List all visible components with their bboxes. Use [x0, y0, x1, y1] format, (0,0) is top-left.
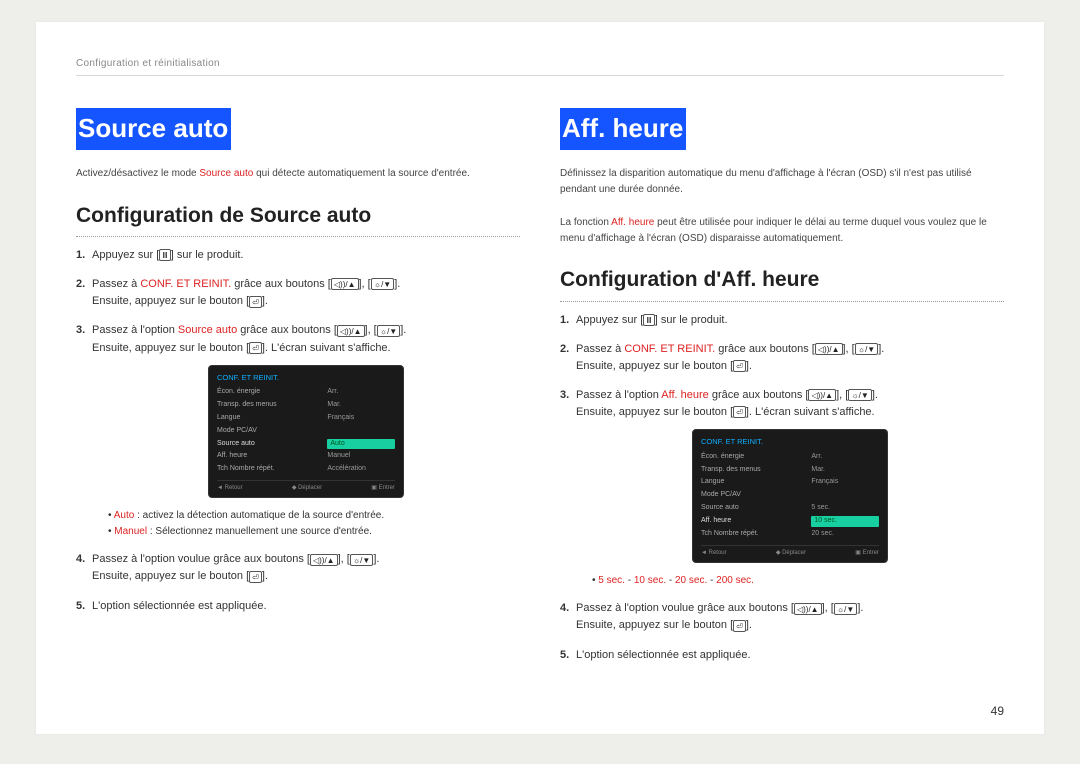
steps-list: Appuyez sur [Ⅲ] sur le produit. Passez à… [76, 247, 520, 614]
step-1: Appuyez sur [Ⅲ] sur le produit. [76, 247, 520, 264]
vol-up-icon: ◁))/▲ [331, 278, 359, 290]
enter-icon: ⏎ [249, 342, 262, 354]
enter-icon: ⏎ [249, 296, 262, 308]
subheading-right: Configuration d'Aff. heure [560, 264, 1004, 302]
step-3: Passez à l'option Aff. heure grâce aux b… [560, 387, 1004, 588]
bullet-list-right: 5 sec. - 10 sec. - 20 sec. - 200 sec. [592, 573, 1004, 589]
bright-down-icon: ☼/▼ [848, 389, 871, 401]
step-1: Appuyez sur [Ⅲ] sur le produit. [560, 312, 1004, 329]
heading-source-auto: Source auto [76, 108, 231, 150]
enter-icon: ⏎ [733, 620, 746, 632]
osd-screenshot-source: CONF. ET REINIT. Écon. énergieArr. Trans… [208, 365, 404, 499]
breadcrumb: Configuration et réinitialisation [76, 58, 1004, 76]
columns: Source auto Activez/désactivez le mode S… [76, 108, 1004, 676]
step-2: Passez à CONF. ET REINIT. grâce aux bout… [560, 341, 1004, 375]
bright-down-icon: ☼/▼ [855, 343, 878, 355]
vol-up-icon: ◁))/▲ [815, 343, 843, 355]
steps-list-right: Appuyez sur [Ⅲ] sur le produit. Passez à… [560, 312, 1004, 664]
enter-icon: ⏎ [249, 571, 262, 583]
step-3: Passez à l'option Source auto grâce aux … [76, 322, 520, 539]
intro-right: Définissez la disparition automatique du… [560, 166, 1004, 197]
bright-down-icon: ☼/▼ [834, 603, 857, 615]
heading-aff-heure: Aff. heure [560, 108, 686, 150]
step-5: L'option sélectionnée est appliquée. [560, 647, 1004, 664]
document-page: Configuration et réinitialisation Source… [36, 22, 1044, 734]
vol-up-icon: ◁))/▲ [337, 325, 365, 337]
bright-down-icon: ☼/▼ [377, 325, 400, 337]
right-column: Aff. heure Définissez la disparition aut… [560, 108, 1004, 676]
menu-icon: Ⅲ [643, 314, 655, 326]
enter-icon: ⏎ [733, 360, 746, 372]
bullet-list: Auto : activez la détection automatique … [108, 508, 520, 539]
enter-icon: ⏎ [733, 406, 746, 418]
step-2: Passez à CONF. ET REINIT. grâce aux bout… [76, 276, 520, 310]
bright-down-icon: ☼/▼ [350, 554, 373, 566]
intro2-right: La fonction Aff. heure peut être utilisé… [560, 215, 1004, 246]
intro: Activez/désactivez le mode Source auto q… [76, 166, 520, 182]
menu-icon: Ⅲ [159, 249, 171, 261]
bright-down-icon: ☼/▼ [371, 278, 394, 290]
page-number: 49 [991, 704, 1004, 718]
left-column: Source auto Activez/désactivez le mode S… [76, 108, 520, 676]
osd-screenshot-aff: CONF. ET REINIT. Écon. énergieArr. Trans… [692, 429, 888, 563]
vol-up-icon: ◁))/▲ [794, 603, 822, 615]
step-4: Passez à l'option voulue grâce aux bouto… [76, 551, 520, 585]
step-4: Passez à l'option voulue grâce aux bouto… [560, 600, 1004, 634]
vol-up-icon: ◁))/▲ [310, 554, 338, 566]
vol-up-icon: ◁))/▲ [808, 389, 836, 401]
subheading: Configuration de Source auto [76, 200, 520, 238]
step-5: L'option sélectionnée est appliquée. [76, 598, 520, 615]
